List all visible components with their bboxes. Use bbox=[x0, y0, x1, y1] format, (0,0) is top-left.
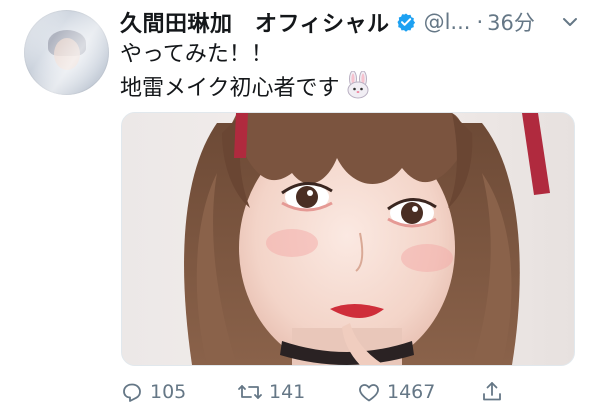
handle[interactable]: @l... bbox=[424, 10, 471, 34]
retweet-count: 141 bbox=[269, 381, 306, 403]
reply-icon bbox=[123, 383, 141, 402]
tweet-text-line-1: やってみた！！ bbox=[120, 42, 273, 67]
like-icon bbox=[359, 384, 379, 402]
tweet-text: やってみた！！ 地雷メイク初心者です bbox=[120, 38, 372, 109]
retweet-button[interactable]: 141 bbox=[237, 372, 305, 412]
rabbit-emoji-icon bbox=[344, 70, 372, 109]
share-icon bbox=[483, 382, 501, 401]
tweet-header: 久間田琳加 オフィシャル @l... · 36分 bbox=[120, 4, 535, 40]
like-button[interactable]: 1467 bbox=[357, 372, 435, 412]
display-name[interactable]: 久間田琳加 オフィシャル bbox=[120, 6, 390, 38]
verified-badge-icon bbox=[396, 12, 416, 32]
tweet-text-line-2-text: 地雷メイク初心者です bbox=[120, 76, 340, 101]
share-button[interactable] bbox=[480, 372, 510, 412]
avatar-veil bbox=[24, 10, 109, 95]
photo-illustration bbox=[122, 113, 574, 365]
timestamp[interactable]: 36分 bbox=[487, 7, 535, 37]
retweet-icon bbox=[238, 385, 262, 399]
tweet-photo[interactable] bbox=[121, 112, 575, 366]
chevron-down-icon[interactable] bbox=[560, 12, 580, 32]
like-count: 1467 bbox=[387, 381, 436, 403]
reply-button[interactable]: 105 bbox=[120, 372, 186, 412]
tweet-actions: 105 141 1467 bbox=[120, 372, 580, 412]
separator-dot: · bbox=[476, 10, 484, 34]
tweet[interactable]: 久間田琳加 オフィシャル @l... · 36分 やってみた！！ 地雷メイク初心… bbox=[0, 0, 600, 417]
avatar[interactable] bbox=[24, 10, 109, 95]
reply-count: 105 bbox=[150, 381, 187, 403]
tweet-text-line-2: 地雷メイク初心者です bbox=[120, 70, 372, 109]
